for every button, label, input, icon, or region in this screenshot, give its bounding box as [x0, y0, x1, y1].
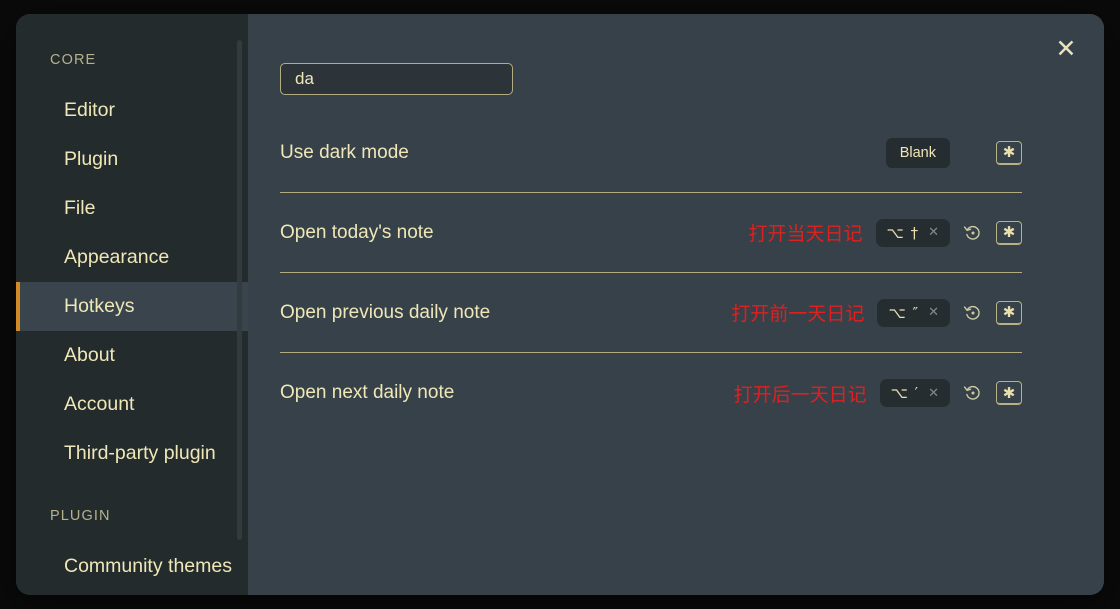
- add-hotkey-icon[interactable]: ✱: [996, 220, 1022, 245]
- settings-modal: CORE Editor Plugin File Appearance Hotkeys Abo…: [16, 14, 1104, 595]
- hotkey-blank-badge[interactable]: Blank: [885, 137, 950, 168]
- sidebar-item-about[interactable]: About: [16, 331, 248, 380]
- sidebar-item-community-themes[interactable]: Community themes: [16, 542, 248, 591]
- restore-default-icon[interactable]: [961, 221, 985, 245]
- sidebar-item-third-party-plugin[interactable]: Third-party plugin: [16, 429, 248, 478]
- sidebar-item-label: File: [64, 197, 96, 219]
- hotkey-command-label: Open next daily note: [280, 382, 455, 403]
- sidebar-section-heading: PLUGIN: [50, 508, 111, 524]
- remove-binding-icon[interactable]: ✕: [928, 225, 939, 240]
- hotkey-binding-chip[interactable]: ⌥ ′ ✕: [879, 379, 950, 407]
- settings-sidebar: CORE Editor Plugin File Appearance Hotkeys Abo…: [16, 14, 248, 595]
- sidebar-item-label: Third-party plugin: [64, 442, 216, 464]
- remove-binding-icon[interactable]: ✕: [928, 305, 939, 320]
- sidebar-item-label: Account: [64, 393, 135, 415]
- add-hotkey-icon[interactable]: ✱: [996, 140, 1022, 165]
- sidebar-item-plugin[interactable]: Plugin: [16, 135, 248, 184]
- settings-content: ✕ Use dark mode Blank ✱ Open today's note 打开…: [248, 14, 1104, 595]
- hotkey-command-label: Use dark mode: [280, 141, 409, 163]
- hotkey-controls: 打开当天日记 ⌥ † ✕ ✱: [748, 218, 1022, 247]
- sidebar-item-account[interactable]: Account: [16, 380, 248, 429]
- sidebar-item-editor[interactable]: Editor: [16, 86, 248, 135]
- hotkey-row: Use dark mode Blank ✱: [280, 113, 1022, 193]
- sidebar-item-label: Plugin: [64, 148, 119, 170]
- hotkey-controls: 打开后一天日记 ⌥ ′ ✕ ✱: [734, 379, 1022, 407]
- restore-default-icon[interactable]: [961, 381, 985, 405]
- hotkey-binding-keys: ⌥ ′: [890, 384, 920, 402]
- close-icon[interactable]: ✕: [1052, 36, 1080, 64]
- sidebar-item-file[interactable]: File: [16, 184, 248, 233]
- sidebar-section-heading: CORE: [50, 52, 97, 68]
- sidebar-scrollbar[interactable]: [237, 40, 242, 540]
- hotkey-row: Open next daily note 打开后一天日记 ⌥ ′ ✕ ✱: [280, 353, 1022, 433]
- hotkey-translation-label: 打开当天日记: [748, 223, 863, 245]
- hotkey-translation-label: 打开前一天日记: [731, 303, 865, 325]
- add-hotkey-icon[interactable]: ✱: [996, 381, 1022, 405]
- hotkey-binding-keys: ⌥ †: [886, 223, 920, 242]
- restore-default-icon[interactable]: [961, 301, 985, 325]
- sidebar-item-label: Editor: [64, 99, 115, 121]
- hotkey-command-label: Open previous daily note: [280, 301, 491, 323]
- sidebar-item-appearance[interactable]: Appearance: [16, 233, 248, 282]
- search-area: [248, 14, 1104, 95]
- hotkey-controls: 打开前一天日记 ⌥ ″ ✕ ✱: [731, 298, 1022, 327]
- hotkey-binding-keys: ⌥ ″: [888, 303, 920, 322]
- controls-spacer: [961, 141, 985, 165]
- remove-binding-icon[interactable]: ✕: [928, 386, 939, 401]
- hotkey-binding-chip[interactable]: ⌥ ″ ✕: [877, 298, 950, 327]
- hotkey-row: Open today's note 打开当天日记 ⌥ † ✕ ✱: [280, 193, 1022, 273]
- sidebar-item-label: Hotkeys: [64, 295, 135, 317]
- search-input[interactable]: [280, 63, 513, 95]
- sidebar-item-hotkeys[interactable]: Hotkeys: [16, 282, 248, 331]
- hotkey-list: Use dark mode Blank ✱ Open today's note 打开当天…: [248, 113, 1104, 433]
- hotkey-binding-chip[interactable]: ⌥ † ✕: [875, 218, 950, 247]
- add-hotkey-icon[interactable]: ✱: [996, 300, 1022, 325]
- sidebar-item-label: About: [64, 344, 115, 366]
- hotkey-row: Open previous daily note 打开前一天日记 ⌥ ″ ✕ ✱: [280, 273, 1022, 353]
- hotkey-command-label: Open today's note: [280, 221, 434, 243]
- sidebar-item-label: Community themes: [64, 555, 232, 577]
- sidebar-item-label: Appearance: [64, 246, 170, 268]
- hotkey-controls: Blank ✱: [885, 137, 1022, 168]
- hotkey-translation-label: 打开后一天日记: [733, 383, 867, 406]
